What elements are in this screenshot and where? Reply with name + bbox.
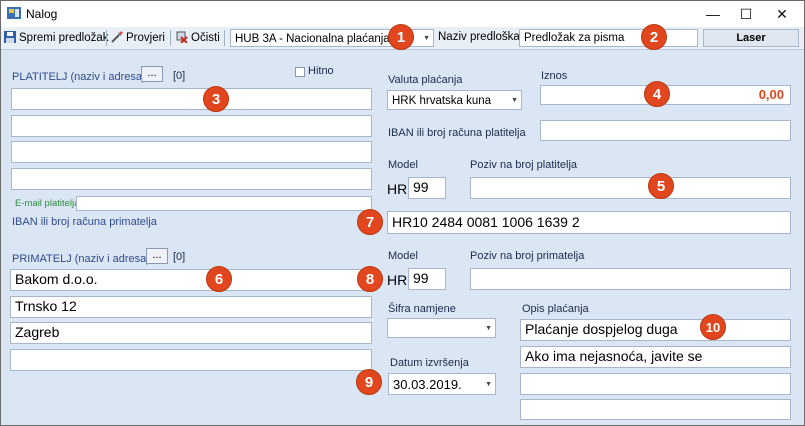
description-line-4[interactable] [520, 399, 791, 420]
urgent-checkbox[interactable] [295, 67, 305, 77]
recipient-name-line-3[interactable]: Zagreb [10, 322, 372, 344]
recipient-reference-label: Poziv na broj primatelja [470, 250, 585, 262]
callout-badge-6: 6 [206, 266, 232, 292]
chevron-down-icon: ▼ [485, 325, 492, 332]
maximize-button[interactable]: ☐ [729, 1, 763, 27]
purpose-code-label: Šifra namjene [388, 303, 456, 315]
recipient-model-label: Model [388, 250, 418, 262]
toolbar-separator [170, 30, 171, 46]
recipient-model-prefix: HR [387, 272, 408, 288]
description-line-2[interactable]: Ako ima nejasnoća, javite se [520, 346, 791, 368]
toolbar-separator [106, 30, 107, 46]
currency-label: Valuta plaćanja [388, 74, 463, 86]
chevron-down-icon: ▼ [423, 35, 430, 42]
chevron-down-icon: ▼ [485, 381, 492, 388]
save-template-button[interactable]: Spremi predložak [4, 29, 108, 47]
recipient-name-line-1[interactable]: Bakom d.o.o. [10, 269, 372, 291]
laser-button[interactable]: Laser [703, 29, 799, 47]
recipient-iban-input[interactable]: HR10 2484 0081 1006 1639 2 [387, 211, 791, 234]
currency-value: HRK hrvatska kuna [392, 95, 492, 107]
recipient-reference-input[interactable] [470, 268, 791, 290]
check-button[interactable]: Provjeri [111, 29, 165, 47]
payer-email-label: E-mail platitelja [15, 198, 80, 209]
callout-badge-4: 4 [644, 81, 670, 107]
payer-address-book-button[interactable]: ... [141, 66, 163, 82]
payer-model-input[interactable]: 99 [408, 177, 446, 199]
payer-reference-label: Poziv na broj platitelja [470, 159, 578, 171]
chevron-down-icon: ▼ [511, 97, 518, 104]
execution-date-picker[interactable]: 30.03.2019. ▼ [388, 373, 496, 395]
check-wand-icon [111, 31, 123, 43]
description-label: Opis plaćanja [522, 303, 589, 315]
payer-iban-input[interactable] [540, 120, 791, 141]
recipient-iban-label: IBAN ili broj računa primatelja [12, 216, 157, 228]
execution-date-value: 30.03.2019. [393, 377, 462, 392]
callout-badge-5: 5 [648, 173, 674, 199]
recipient-count: [0] [173, 251, 186, 263]
template-name-label: Naziv predloška [438, 31, 520, 43]
payer-section-title: PLATITELJ (naziv i adresa) [12, 71, 146, 83]
payer-model-prefix: HR [387, 181, 408, 197]
floppy-disk-icon [4, 31, 16, 43]
payer-name-line-3[interactable] [11, 141, 372, 163]
urgent-label: Hitno [308, 65, 334, 77]
minimize-button[interactable]: — [696, 1, 730, 27]
window-title: Nalog [26, 7, 58, 21]
currency-select[interactable]: HRK hrvatska kuna ▼ [387, 90, 522, 110]
execution-date-label: Datum izvršenja [390, 357, 469, 369]
clear-button[interactable]: Očisti [176, 29, 220, 47]
callout-badge-7: 7 [357, 209, 383, 235]
callout-badge-9: 9 [356, 369, 382, 395]
payer-name-line-2[interactable] [11, 115, 372, 137]
callout-badge-8: 8 [357, 266, 383, 292]
payer-email-input[interactable] [76, 196, 372, 211]
payer-name-line-1[interactable] [11, 88, 372, 110]
callout-badge-3: 3 [203, 86, 229, 112]
check-label: Provjeri [126, 32, 165, 44]
callout-badge-10: 10 [700, 314, 726, 340]
payer-count: [0] [173, 70, 186, 82]
recipient-section-title: PRIMATELJ (naziv i adresa) [12, 253, 150, 265]
clear-label: Očisti [191, 32, 220, 44]
payer-model-label: Model [388, 159, 418, 171]
callout-badge-2: 2 [641, 24, 667, 50]
close-button[interactable]: ✕ [765, 1, 799, 27]
recipient-name-line-2[interactable]: Trnsko 12 [10, 296, 372, 318]
template-type-value: HUB 3A - Nacionalna plaćanja [235, 33, 390, 45]
description-line-3[interactable] [520, 373, 791, 395]
app-icon [7, 7, 21, 19]
payer-name-line-4[interactable] [11, 168, 372, 190]
nalog-window: Nalog — ☐ ✕ Spremi predložak Provjeri Oč… [0, 0, 805, 426]
purpose-code-select[interactable]: ▼ [387, 318, 496, 338]
toolbar-separator [224, 30, 225, 46]
template-name-input[interactable]: Predložak za pisma [519, 29, 698, 47]
callout-badge-1: 1 [388, 24, 414, 50]
payer-iban-label: IBAN ili broj računa platitelja [388, 127, 526, 139]
recipient-name-line-4[interactable] [10, 349, 372, 371]
recipient-model-input[interactable]: 99 [408, 268, 446, 290]
save-template-label: Spremi predložak [19, 32, 109, 44]
payer-reference-input[interactable] [470, 177, 791, 199]
description-line-1[interactable]: Plaćanje dospjelog duga [520, 319, 791, 341]
eraser-icon [176, 31, 188, 43]
recipient-address-book-button[interactable]: ... [146, 248, 168, 264]
amount-label: Iznos [541, 70, 568, 82]
